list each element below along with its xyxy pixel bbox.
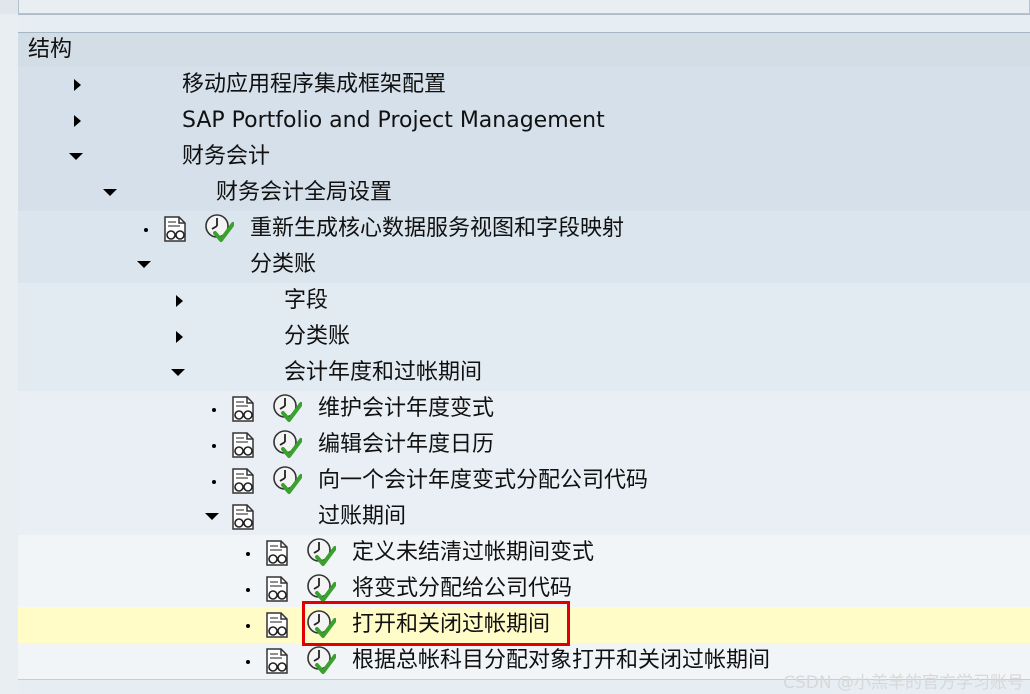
tree-node-label[interactable]: 向一个会计年度变式分配公司代码	[318, 463, 648, 499]
document-glasses-icon[interactable]	[230, 503, 256, 531]
tree-node-label[interactable]: 财务会计全局设置	[216, 175, 392, 211]
bullet-icon	[212, 480, 216, 484]
tree-node-label[interactable]: 字段	[284, 283, 328, 319]
triangle-down-icon[interactable]	[69, 153, 83, 160]
triangle-down-icon[interactable]	[205, 513, 219, 520]
tree-node-label[interactable]: 维护会计年度变式	[318, 391, 494, 427]
highlight-annotation-box	[302, 601, 570, 646]
tree-node-label[interactable]: SAP Portfolio and Project Management	[182, 103, 605, 139]
clock-checkmark-icon[interactable]	[204, 213, 235, 243]
tree-node-label[interactable]: 会计年度和过帐期间	[284, 355, 482, 391]
bullet-icon	[246, 552, 250, 556]
tree-node-label[interactable]: 编辑会计年度日历	[318, 427, 494, 463]
tree-row[interactable]: 编辑会计年度日历	[18, 427, 1030, 464]
triangle-down-icon[interactable]	[137, 261, 151, 268]
triangle-right-icon[interactable]	[74, 115, 81, 127]
bullet-icon	[144, 228, 148, 232]
bullet-icon	[212, 444, 216, 448]
structure-column-header: 结构	[18, 32, 1030, 68]
top-toolbar-strip	[0, 0, 1030, 15]
tree-row[interactable]: 财务会计	[18, 139, 1030, 176]
structure-header-label: 结构	[28, 37, 73, 62]
triangle-down-icon[interactable]	[171, 369, 185, 376]
watermark-text: CSDN @小羔羊的官方学习账号	[783, 673, 1024, 693]
left-gutter	[0, 14, 18, 694]
clock-checkmark-icon[interactable]	[272, 465, 303, 495]
tree-row[interactable]: 向一个会计年度变式分配公司代码	[18, 463, 1030, 500]
tree-node-label[interactable]: 根据总帐科目分配对象打开和关闭过帐期间	[352, 643, 770, 679]
tree-row[interactable]: 财务会计全局设置	[18, 175, 1030, 212]
bullet-icon	[246, 660, 250, 664]
triangle-right-icon[interactable]	[176, 331, 183, 343]
clock-checkmark-icon[interactable]	[306, 573, 337, 603]
tree-node-label[interactable]: 过账期间	[318, 499, 406, 535]
clock-checkmark-icon[interactable]	[306, 537, 337, 567]
tree-row[interactable]: 字段	[18, 283, 1030, 320]
tree-row[interactable]: 移动应用程序集成框架配置	[18, 67, 1030, 104]
clock-checkmark-icon[interactable]	[272, 393, 303, 423]
document-glasses-icon[interactable]	[264, 611, 290, 639]
tree-row[interactable]: 会计年度和过帐期间	[18, 355, 1030, 392]
tree-node-label[interactable]: 移动应用程序集成框架配置	[182, 67, 446, 103]
document-glasses-icon[interactable]	[264, 575, 290, 603]
document-glasses-icon[interactable]	[162, 215, 188, 243]
tree-row[interactable]: 定义未结清过帐期间变式	[18, 535, 1030, 572]
tree-row[interactable]: 分类账	[18, 247, 1030, 284]
document-glasses-icon[interactable]	[264, 539, 290, 567]
document-glasses-icon[interactable]	[230, 431, 256, 459]
triangle-down-icon[interactable]	[103, 189, 117, 196]
tree-node-label[interactable]: 重新生成核心数据服务视图和字段映射	[250, 211, 624, 247]
document-glasses-icon[interactable]	[230, 467, 256, 495]
tree-node-label[interactable]: 财务会计	[182, 139, 270, 175]
document-glasses-icon[interactable]	[264, 647, 290, 675]
tree-row[interactable]: 重新生成核心数据服务视图和字段映射	[18, 211, 1030, 248]
clock-checkmark-icon[interactable]	[306, 645, 337, 675]
tree-node-label[interactable]: 定义未结清过帐期间变式	[352, 535, 594, 571]
bullet-icon	[212, 408, 216, 412]
bullet-icon	[246, 588, 250, 592]
tree-row[interactable]: 维护会计年度变式	[18, 391, 1030, 428]
bullet-icon	[246, 624, 250, 628]
document-glasses-icon[interactable]	[230, 395, 256, 423]
tree-node-label[interactable]: 分类账	[250, 247, 316, 283]
tree-row[interactable]: 分类账	[18, 319, 1030, 356]
tree-node-label[interactable]: 分类账	[284, 319, 350, 355]
triangle-right-icon[interactable]	[74, 79, 81, 91]
tree-row[interactable]: 过账期间	[18, 499, 1030, 536]
triangle-right-icon[interactable]	[176, 295, 183, 307]
tree-row[interactable]: SAP Portfolio and Project Management	[18, 103, 1030, 140]
clock-checkmark-icon[interactable]	[272, 429, 303, 459]
